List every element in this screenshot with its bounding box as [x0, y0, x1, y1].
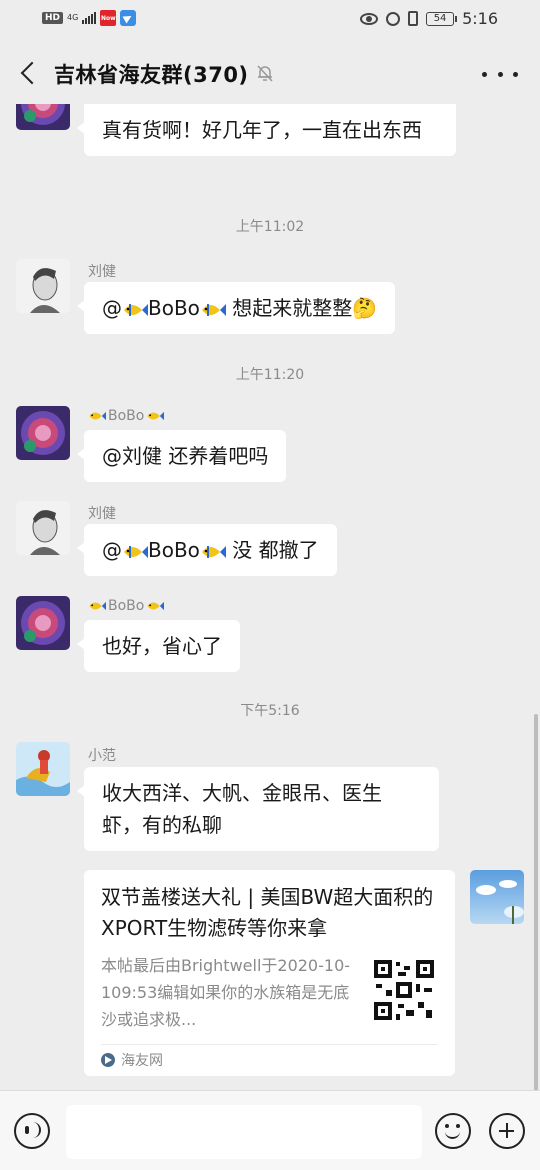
message-text: @刘健 还养着吧吗: [102, 444, 269, 468]
more-dot-icon: [497, 71, 503, 77]
fish-emoji-icon: [201, 303, 226, 316]
plus-icon[interactable]: [489, 1113, 525, 1149]
message-input[interactable]: [66, 1105, 422, 1159]
fish-emoji-icon: [124, 545, 148, 558]
message-text: 想起来就整整🤔: [225, 296, 378, 320]
sender-name: 小范: [88, 748, 116, 764]
avatar-xiaofan[interactable]: [16, 742, 70, 796]
fish-emoji-icon: [124, 303, 148, 316]
link-card[interactable]: 双节盖楼送大礼 | 美国BW超大面积的XPORT生物滤砖等你来拿 本帖最后由Br…: [84, 870, 455, 1076]
timestamp: 上午11:02: [235, 219, 305, 235]
card-title: 双节盖楼送大礼 | 美国BW超大面积的XPORT生物滤砖等你来拿: [101, 885, 434, 940]
message-bubble[interactable]: 真有货啊！好几年了，一直在出东西: [77, 104, 456, 156]
avatar-bobo[interactable]: [16, 596, 70, 650]
scrollbar[interactable]: [534, 714, 538, 1090]
card-source-label: 海友网: [121, 1053, 163, 1069]
avatar-bobo[interactable]: [16, 104, 70, 130]
more-button[interactable]: [482, 62, 518, 86]
emoji-icon[interactable]: [435, 1113, 471, 1149]
chat-header: 吉林省海友群(370): [0, 42, 540, 104]
more-dot-icon: [513, 71, 518, 77]
battery-icon: 54: [426, 11, 458, 26]
timestamp: 下午5:16: [240, 703, 300, 719]
card-source: 海友网: [101, 1050, 163, 1070]
sender-name: 刘健: [88, 506, 116, 522]
qr-code-icon: [372, 958, 436, 1022]
network-type: 4G: [67, 13, 79, 22]
fish-emoji-icon: [89, 601, 106, 611]
message-bubble[interactable]: @ BoBo 没 都撤了: [77, 524, 337, 576]
page-title: 吉林省海友群(370): [54, 63, 249, 87]
hd-icon: HD: [42, 12, 64, 24]
timestamp: 上午11:20: [235, 367, 305, 383]
sender-name: BoBo: [88, 408, 165, 424]
sender-name: 刘健: [88, 264, 116, 280]
mention-name: BoBo: [148, 296, 200, 320]
input-bar: [0, 1090, 540, 1170]
sender-name: BoBo: [88, 598, 165, 614]
voice-icon[interactable]: [14, 1113, 50, 1149]
fish-emoji-icon: [147, 601, 165, 611]
news-app-icon: Now: [100, 10, 117, 26]
message-bubble[interactable]: 收大西洋、大帆、金眼吊、医生虾，有的私聊: [77, 767, 439, 851]
source-app-icon: [101, 1053, 115, 1067]
avatar-self[interactable]: [470, 870, 524, 924]
avatar-liujian[interactable]: [16, 259, 70, 313]
card-divider: [101, 1044, 438, 1045]
status-left: HD 4G Now: [42, 10, 137, 26]
alarm-icon: [386, 11, 401, 26]
send-app-icon: [120, 10, 137, 26]
eye-icon: [360, 12, 379, 25]
card-description: 本帖最后由Brightwell于2020-10-109:53编辑如果你的水族箱是…: [101, 956, 351, 1029]
chat-screen: HD 4G Now 54 5:16 吉林省海友群(370) 真有货啊！好几年了，…: [0, 0, 540, 1170]
avatar-bobo[interactable]: [16, 406, 70, 460]
fish-emoji-icon: [201, 545, 226, 558]
message-text: 没 都撤了: [225, 538, 319, 562]
signal-icon: [82, 12, 97, 24]
message-text: 真有货啊！好几年了，一直在出东西: [102, 118, 422, 142]
message-bubble[interactable]: @刘健 还养着吧吗: [76, 430, 287, 482]
message-text: 也好，省心了: [102, 634, 222, 658]
vibrate-icon: [408, 11, 419, 26]
message-bubble[interactable]: 也好，省心了: [77, 620, 240, 672]
avatar-liujian[interactable]: [16, 501, 70, 555]
mention-name: BoBo: [148, 538, 200, 562]
status-right: 54 5:16: [360, 9, 498, 28]
back-button[interactable]: [14, 56, 48, 90]
more-dot-icon: [482, 71, 487, 77]
mute-bell-icon: [257, 65, 273, 82]
message-text: 收大西洋、大帆、金眼吊、医生虾，有的私聊: [102, 781, 382, 837]
mention-at: @: [102, 538, 122, 562]
fish-emoji-icon: [89, 411, 106, 421]
fish-emoji-icon: [147, 411, 165, 421]
message-bubble[interactable]: @ BoBo 想起来就整整🤔: [76, 282, 396, 334]
message-list[interactable]: 真有货啊！好几年了，一直在出东西 上午11:02 刘健 @ BoBo 想起来就整整…: [0, 104, 540, 1090]
status-bar: HD 4G Now 54 5:16: [0, 0, 540, 40]
mention-at: @: [102, 296, 122, 320]
status-time: 5:16: [462, 9, 498, 28]
